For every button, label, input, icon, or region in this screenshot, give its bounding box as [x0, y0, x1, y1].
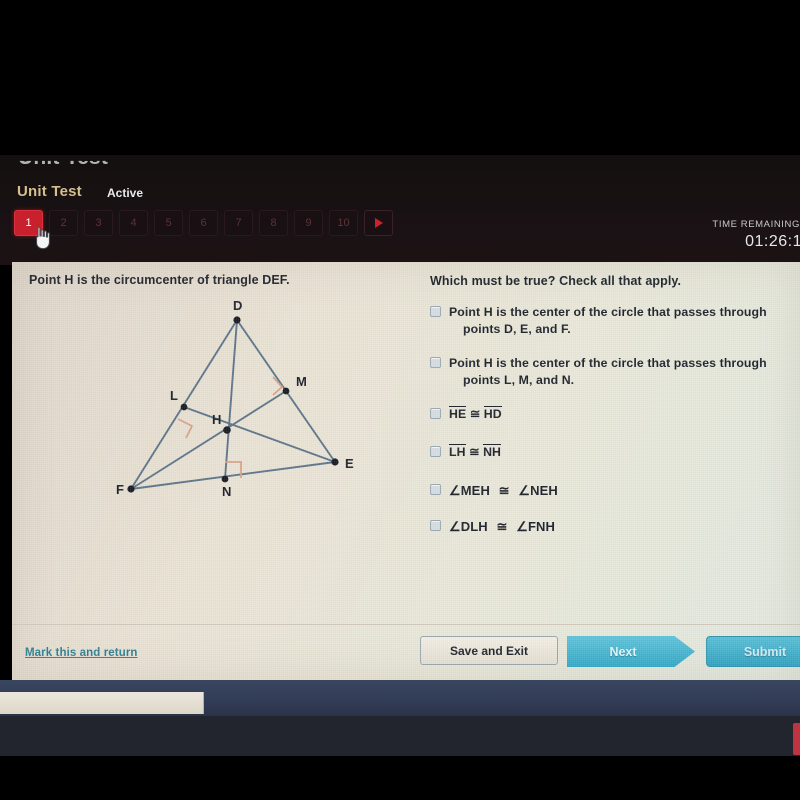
unit-test-label: Unit Test: [17, 183, 82, 200]
checkbox-option-4[interactable]: [430, 446, 441, 457]
question-number-nav: 1 2 3 4 5 6 7 8 9 10: [14, 210, 393, 236]
answer-prompt: Which must be true? Check all that apply…: [430, 274, 682, 288]
answer-option-3-label: HE ≅ HD: [449, 406, 502, 423]
circumcenter-triangle-diagram: D E F L M N H: [92, 292, 382, 522]
point-N: [221, 475, 229, 483]
congruent-symbol-3: ≅: [469, 407, 481, 421]
screen-bottom-black-area: [0, 756, 800, 800]
screen-top-black-area: [0, 0, 800, 155]
answer-option-3[interactable]: HE ≅ HD: [430, 406, 790, 423]
segment-overline-NH: NH: [483, 444, 502, 459]
desktop-dark-band: [0, 716, 800, 756]
next-button[interactable]: Next: [567, 636, 695, 667]
point-label-D: D: [233, 298, 242, 313]
checkbox-option-5[interactable]: [430, 484, 441, 495]
congruent-symbol-6: ≅: [496, 519, 508, 534]
desktop-light-tile: [0, 692, 204, 714]
right-angle-mark-L: [177, 418, 194, 439]
congruent-symbol-4: ≅: [469, 445, 480, 459]
time-remaining-value: 01:26:1: [745, 233, 800, 250]
question-tab-3[interactable]: 3: [84, 210, 113, 236]
angle-DLH: ∠DLH: [449, 519, 488, 534]
question-tab-10[interactable]: 10: [329, 210, 358, 236]
play-arrow-icon: [374, 218, 383, 228]
question-stem: Point H is the circumcenter of triangle …: [29, 273, 290, 287]
segment-FH-M: [130, 390, 287, 490]
point-D: [233, 316, 241, 324]
point-label-L: L: [170, 388, 178, 403]
point-label-H: H: [212, 412, 221, 427]
desktop-red-marker: [793, 723, 800, 755]
point-E: [331, 458, 339, 466]
point-label-E: E: [345, 456, 354, 471]
segment-FE: [130, 461, 336, 490]
answer-option-2[interactable]: Point H is the center of the circle that…: [430, 355, 790, 389]
question-tab-8[interactable]: 8: [259, 210, 288, 236]
question-tab-4[interactable]: 4: [119, 210, 148, 236]
card-footer: Mark this and return Save and Exit Next …: [12, 624, 800, 680]
point-label-M: M: [296, 374, 307, 389]
point-H: [223, 426, 231, 434]
point-label-N: N: [222, 484, 231, 499]
answer-option-4-label: LH ≅ NH: [449, 444, 502, 461]
answer-option-2-label: Point H is the center of the circle that…: [449, 356, 767, 387]
point-M: [282, 387, 290, 395]
question-tab-1[interactable]: 1: [14, 210, 43, 236]
answer-option-1[interactable]: Point H is the center of the circle that…: [430, 304, 790, 338]
mark-this-and-return-link[interactable]: Mark this and return: [25, 647, 138, 659]
question-tab-9[interactable]: 9: [294, 210, 323, 236]
segment-DH-N: [224, 319, 238, 480]
answer-option-6[interactable]: ∠DLH ≅ ∠FNH: [430, 518, 790, 535]
question-tab-7[interactable]: 7: [224, 210, 253, 236]
angle-FNH: ∠FNH: [516, 519, 555, 534]
angle-MEH: ∠MEH: [449, 483, 490, 498]
point-F: [127, 485, 135, 493]
answer-option-6-label: ∠DLH ≅ ∠FNH: [449, 518, 555, 535]
time-remaining-label: TIME REMAINING: [712, 219, 800, 230]
segment-EH-L: [183, 406, 336, 463]
answer-option-1-label: Point H is the center of the circle that…: [449, 305, 767, 336]
checkbox-option-2[interactable]: [430, 357, 441, 368]
submit-button[interactable]: Submit: [706, 636, 800, 667]
segment-overline-HD: HD: [483, 406, 502, 421]
next-question-arrow-button[interactable]: [364, 210, 393, 236]
segment-overline-LH: LH: [449, 444, 466, 459]
checkbox-option-6[interactable]: [430, 520, 441, 531]
answer-options-column: Which must be true? Check all that apply…: [430, 274, 790, 552]
question-tab-6[interactable]: 6: [189, 210, 218, 236]
checkbox-option-3[interactable]: [430, 408, 441, 419]
screen: Unit Test Unit Test Active TIME REMAININ…: [0, 0, 800, 800]
question-tab-2[interactable]: 2: [49, 210, 78, 236]
angle-NEH: ∠NEH: [518, 483, 558, 498]
point-label-F: F: [116, 482, 124, 497]
answer-option-5[interactable]: ∠MEH ≅ ∠NEH: [430, 482, 790, 499]
segment-overline-HE: HE: [449, 406, 467, 421]
save-and-exit-button[interactable]: Save and Exit: [420, 636, 558, 665]
question-tab-5[interactable]: 5: [154, 210, 183, 236]
congruent-symbol-5: ≅: [498, 483, 510, 498]
question-card: Point H is the circumcenter of triangle …: [12, 262, 800, 680]
answer-option-5-label: ∠MEH ≅ ∠NEH: [449, 482, 558, 499]
checkbox-option-1[interactable]: [430, 306, 441, 317]
point-L: [180, 403, 188, 411]
status-badge: Active: [107, 186, 144, 200]
answer-option-4[interactable]: LH ≅ NH: [430, 444, 790, 461]
